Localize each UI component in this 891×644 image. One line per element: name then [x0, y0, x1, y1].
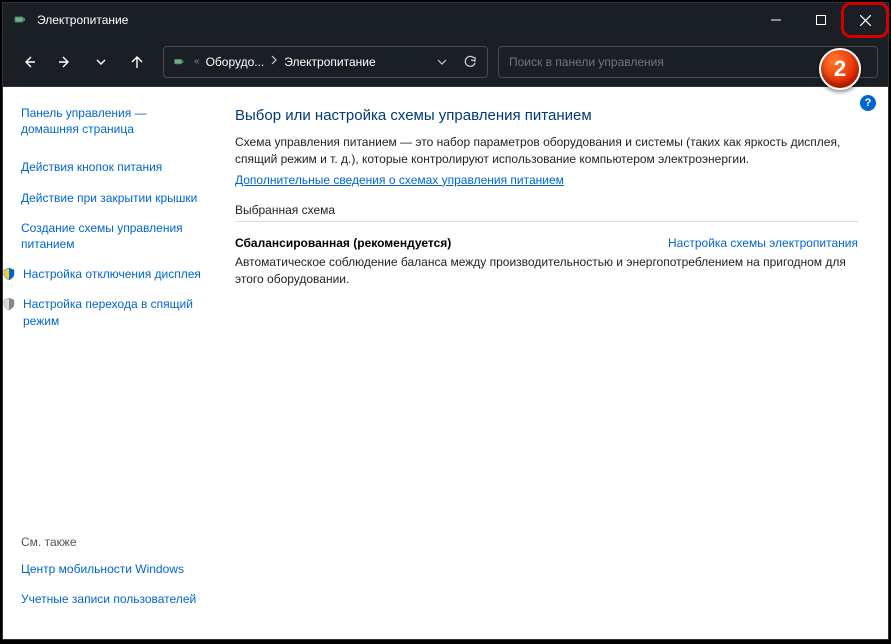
- step-number-badge: 2: [819, 48, 861, 90]
- power-options-icon: [170, 53, 188, 71]
- plan-description: Автоматическое соблюдение баланса между …: [235, 254, 858, 289]
- recent-dropdown[interactable]: [85, 46, 117, 78]
- sidebar-home-link[interactable]: Панель управления — домашняя страница: [21, 105, 207, 137]
- breadcrumb-separator: «: [194, 56, 200, 67]
- sidebar-mobility-link[interactable]: Центр мобильности Windows: [21, 561, 207, 577]
- shield-icon: [1, 296, 17, 312]
- refresh-icon: [463, 55, 477, 69]
- plan-name: Сбалансированная (рекомендуется): [235, 236, 451, 250]
- address-dropdown[interactable]: [431, 51, 453, 73]
- control-panel-window: Электропитание: [2, 2, 889, 640]
- sidebar-display-off-link[interactable]: Настройка отключения дисплея: [1, 266, 207, 282]
- more-info-link[interactable]: Дополнительные сведения о схемах управле…: [235, 173, 564, 187]
- selected-plan-label: Выбранная схема: [235, 203, 858, 222]
- breadcrumb-item[interactable]: Электропитание: [284, 55, 375, 69]
- sidebar: Панель управления — домашняя страница Де…: [3, 87, 221, 639]
- close-button[interactable]: [843, 3, 888, 37]
- arrow-right-icon: [57, 54, 73, 70]
- content-area: ? Панель управления — домашняя страница …: [3, 87, 888, 639]
- refresh-button[interactable]: [459, 51, 481, 73]
- power-options-icon: [11, 11, 29, 29]
- address-bar[interactable]: « Оборудо... Электропитание: [163, 46, 488, 78]
- chevron-down-icon: [437, 57, 447, 67]
- up-button[interactable]: [121, 46, 153, 78]
- arrow-up-icon: [129, 54, 145, 70]
- page-heading: Выбор или настройка схемы управления пит…: [235, 107, 858, 124]
- sidebar-button-actions-link[interactable]: Действия кнопок питания: [21, 159, 207, 175]
- sidebar-user-accounts-link[interactable]: Учетные записи пользователей: [21, 591, 207, 607]
- titlebar: Электропитание: [3, 3, 888, 37]
- shield-icon: [1, 266, 17, 282]
- chevron-right-icon: [270, 55, 278, 68]
- main-panel: Выбор или настройка схемы управления пит…: [221, 87, 888, 639]
- forward-button[interactable]: [49, 46, 81, 78]
- plan-settings-link[interactable]: Настройка схемы электропитания: [668, 236, 858, 250]
- page-description: Схема управления питанием — это набор па…: [235, 134, 858, 169]
- maximize-button[interactable]: [798, 3, 843, 37]
- back-button[interactable]: [13, 46, 45, 78]
- sidebar-item-label: Настройка отключения дисплея: [23, 266, 201, 282]
- arrow-left-icon: [21, 54, 37, 70]
- sidebar-item-label: Настройка перехода в спящий режим: [23, 296, 207, 328]
- search-input[interactable]: [509, 55, 867, 69]
- sidebar-lid-action-link[interactable]: Действие при закрытии крышки: [21, 190, 207, 206]
- navigation-bar: « Оборудо... Электропитание: [3, 37, 888, 87]
- chevron-down-icon: [95, 56, 107, 68]
- sidebar-create-plan-link[interactable]: Создание схемы управления питанием: [21, 220, 207, 252]
- minimize-button[interactable]: [753, 3, 798, 37]
- see-also-heading: См. также: [21, 535, 207, 549]
- window-title: Электропитание: [37, 13, 753, 27]
- sidebar-sleep-link[interactable]: Настройка перехода в спящий режим: [1, 296, 207, 328]
- help-icon[interactable]: ?: [860, 95, 876, 111]
- breadcrumb-item[interactable]: Оборудо...: [206, 55, 265, 69]
